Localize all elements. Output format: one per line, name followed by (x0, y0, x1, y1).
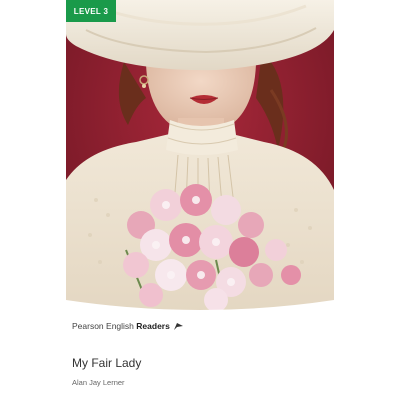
level-badge: LEVEL 3 (66, 0, 116, 22)
cover-illustration (66, 0, 334, 312)
book-title: My Fair Lady (72, 356, 142, 370)
series-name: Pearson English Readers (72, 321, 184, 332)
book-author: Alan Jay Lerner (72, 378, 125, 387)
book-cover: LEVEL 3 Pearson English Readers My Fair … (66, 0, 334, 400)
flag-icon (174, 322, 184, 332)
series-readers: Readers (136, 321, 170, 331)
series-brand: Pearson English (72, 321, 134, 331)
level-badge-label: LEVEL 3 (73, 6, 109, 16)
